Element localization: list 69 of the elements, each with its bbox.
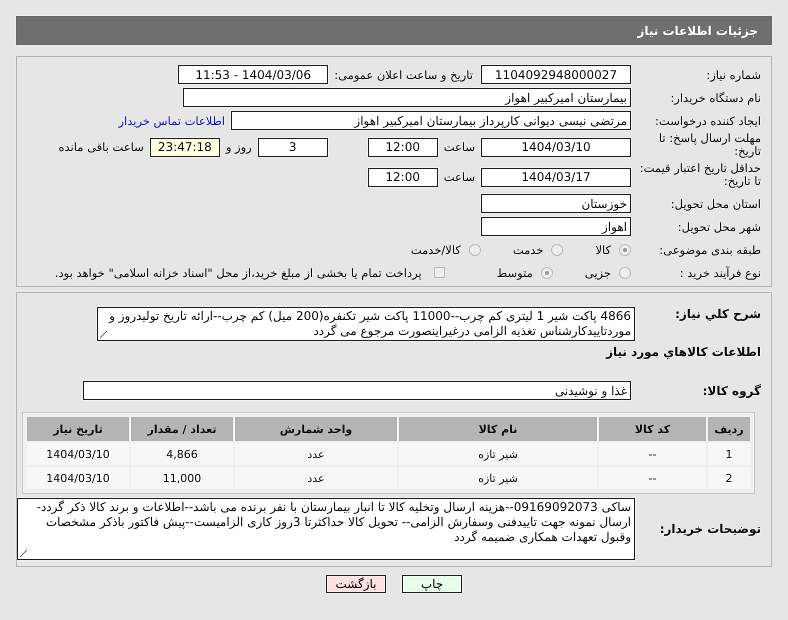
time-field: 12:00 [368, 138, 438, 156]
column-header: ردیف [708, 417, 750, 441]
radio-label: جزیی [584, 266, 611, 280]
field-label: شهر محل تحویل: [676, 220, 762, 234]
contact-link[interactable]: اطلاعات تماس خریدار [118, 114, 225, 128]
province-field: خوزستان [481, 194, 631, 213]
section-heading: اطلاعات کالاهاي مورد نياز [604, 345, 762, 361]
date-field: 1404/03/17 [481, 168, 631, 186]
table-cell: عدد [235, 443, 397, 465]
time-field: 12:00 [368, 168, 438, 186]
column-header: تعداد / مقدار [131, 417, 233, 441]
field-label: نام دستگاه خریدار: [669, 90, 762, 104]
radio-button[interactable] [619, 244, 631, 256]
creator-field: مرتضی نیسی دیوانی کارپرداز بیمارستان امیرکبیر اهواز [231, 111, 631, 130]
field-label: حداقل تاریخ اعتبار قیمت: تا تاریخ: [638, 162, 762, 188]
table-cell: شیر تازه [399, 443, 597, 465]
column-header: نام کالا [399, 417, 597, 441]
field-label: نوع فرآیند خرید : [678, 266, 762, 280]
field-label: تاریخ و ساعت اعلان عمومی: [334, 68, 473, 82]
radio-label: خدمت [512, 242, 544, 256]
field-label: مهلت ارسال پاسخ: تا تاریخ: [658, 132, 762, 158]
table-cell: 2 [708, 467, 750, 489]
radio-label: کالا [595, 242, 611, 256]
table-cell: -- [599, 443, 706, 465]
column-header: کد کالا [599, 417, 706, 441]
radio-label: کالا/خدمت [410, 242, 461, 256]
announce-date-field: 1404/03/06 - 11:53 [178, 65, 328, 84]
checkbox[interactable] [434, 267, 445, 278]
table-cell: شیر تازه [399, 467, 597, 489]
goods-group-field: غذا و نوشیدنی [83, 381, 631, 400]
treasury-text: پرداخت تمام یا بخشی از مبلغ خرید،از محل "اسناد خزانه اسلامی" خواهد بود. [54, 266, 422, 280]
summary-textarea[interactable]: 4866 پاکت شیر 1 لیتری کم چرب--11000 پاکت شیر تکنفره(200 میل) کم چرب--ارائه تاریخ تولیدروز و موردتاییدکارشناس تغذیه الزامی درغیراینصورت مرجوع می گردد [97, 307, 635, 341]
field-label: ایجاد کننده درخواست: [654, 114, 762, 128]
field-label: شرح کلي نياز: [674, 307, 762, 321]
time-label: ساعت [444, 170, 475, 184]
table-cell: -- [599, 467, 706, 489]
days-field: 3 [258, 138, 328, 156]
radio-button[interactable] [468, 244, 481, 256]
city-field: اهواز [481, 217, 631, 236]
buyer-field: بیمارستان امیرکبیر اهواز [183, 88, 631, 107]
radio-label: متوسط [496, 266, 533, 280]
field-label: شماره نیاز: [705, 68, 762, 82]
table-cell: 1404/03/10 [27, 443, 129, 465]
column-header: تاریخ نیاز [27, 417, 129, 441]
field-label: استان محل تحویل: [670, 196, 762, 210]
days-label: روز و [226, 140, 252, 154]
radio-button[interactable] [619, 266, 631, 278]
resize-grip-icon[interactable] [20, 550, 27, 557]
remaining-label: ساعت باقی مانده [58, 140, 144, 154]
resize-grip-icon[interactable] [100, 331, 107, 338]
radio-button[interactable] [551, 244, 564, 256]
need-number-field: 1104092948000027 [481, 65, 631, 84]
radio-button[interactable] [540, 266, 553, 278]
table-cell: 11,000 [131, 467, 233, 489]
field-label: طبقه بندی موضوعی: [658, 242, 762, 256]
table-cell: 1404/03/10 [27, 467, 129, 489]
notes-textarea[interactable]: ساکی 09169092073--هزینه ارسال وتخلیه کالا تا انبار بیمارستان با نفر برنده می باشد--اطلاعات و برند کالا ذکر گردد-ارسال نمونه جهت تاییدفنی وسفارش الزامی-- تحویل کالا حداکثرتا 3روز کاری الزامیست--پیش فاکتور باذکر مشخصات وقبول تعهدات همکاری ضمیمه گردد [17, 498, 635, 560]
field-label: توضیحات خریدار: [658, 522, 762, 536]
table-cell: 4,866 [131, 443, 233, 465]
table-cell: 1 [708, 443, 750, 465]
header-title: جزئیات اطلاعات نیاز [637, 24, 758, 38]
column-header: واحد شمارش [235, 417, 397, 441]
back-button[interactable]: بازگشت [326, 575, 386, 593]
field-label: گروه کالا: [702, 384, 762, 398]
table-cell: عدد [235, 467, 397, 489]
date-field: 1404/03/10 [481, 138, 631, 156]
countdown-field: 23:47:18 [150, 138, 220, 156]
print-button[interactable]: چاپ [402, 575, 462, 593]
time-label: ساعت [444, 140, 475, 154]
